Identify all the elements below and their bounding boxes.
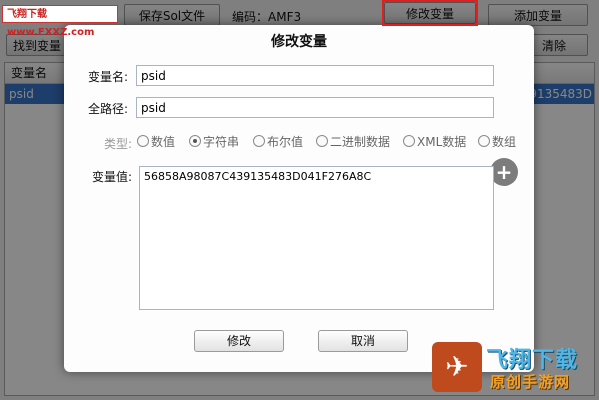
type-radio-array[interactable]: 数组	[478, 133, 516, 149]
variable-value-label: 变量值:	[91, 170, 132, 184]
type-radio-string[interactable]: 字符串	[189, 133, 239, 149]
brand-line2: 原创手游网	[490, 373, 571, 391]
type-radio-binary[interactable]: 二进制数据	[316, 133, 390, 149]
variable-name-label: 变量名:	[87, 70, 128, 84]
radio-circle[interactable]	[137, 135, 149, 147]
radio-label: 数值	[151, 134, 176, 149]
type-radio-number[interactable]: 数值	[137, 133, 175, 149]
full-path-input[interactable]	[136, 97, 494, 118]
radio-circle[interactable]	[316, 135, 328, 147]
radio-circle-checked[interactable]	[189, 135, 201, 147]
variable-name-input[interactable]	[136, 65, 494, 86]
type-radio-boolean[interactable]: 布尔值	[253, 133, 303, 149]
type-radio-xml[interactable]: XML数据	[403, 133, 466, 149]
dialog-title: 修改变量	[271, 34, 327, 50]
radio-label: 二进制数据	[330, 134, 391, 149]
confirm-edit-button[interactable]: 修改	[194, 330, 284, 352]
radio-circle[interactable]	[403, 135, 415, 147]
full-path-label: 全路径:	[87, 102, 128, 116]
variable-value-textarea[interactable]: 56858A98087C439135483D041F276A8C	[139, 166, 494, 310]
edit-variable-dialog: 修改变量 变量名: 全路径: 类型: 数值 字符串 布尔值 二进制数据 XML数…	[64, 25, 534, 372]
radio-circle[interactable]	[478, 135, 490, 147]
cancel-button[interactable]: 取消	[318, 330, 408, 352]
mouse-cursor-icon: +	[490, 158, 518, 186]
radio-label: 布尔值	[267, 134, 304, 149]
highlight-annotation	[382, 0, 478, 26]
radio-label: XML数据	[417, 134, 467, 149]
radio-circle[interactable]	[253, 135, 265, 147]
watermark-brand: ✈ 飞翔下载 原创手游网	[432, 342, 596, 396]
brand-logo-icon: ✈	[432, 342, 482, 392]
type-label: 类型:	[104, 137, 133, 151]
brand-line1: 飞翔下载	[486, 348, 579, 373]
watermark-logo: 飞翔下载 www.FXXZ.com	[2, 5, 118, 38]
radio-label: 字符串	[203, 134, 240, 149]
radio-label: 数组	[492, 134, 517, 149]
